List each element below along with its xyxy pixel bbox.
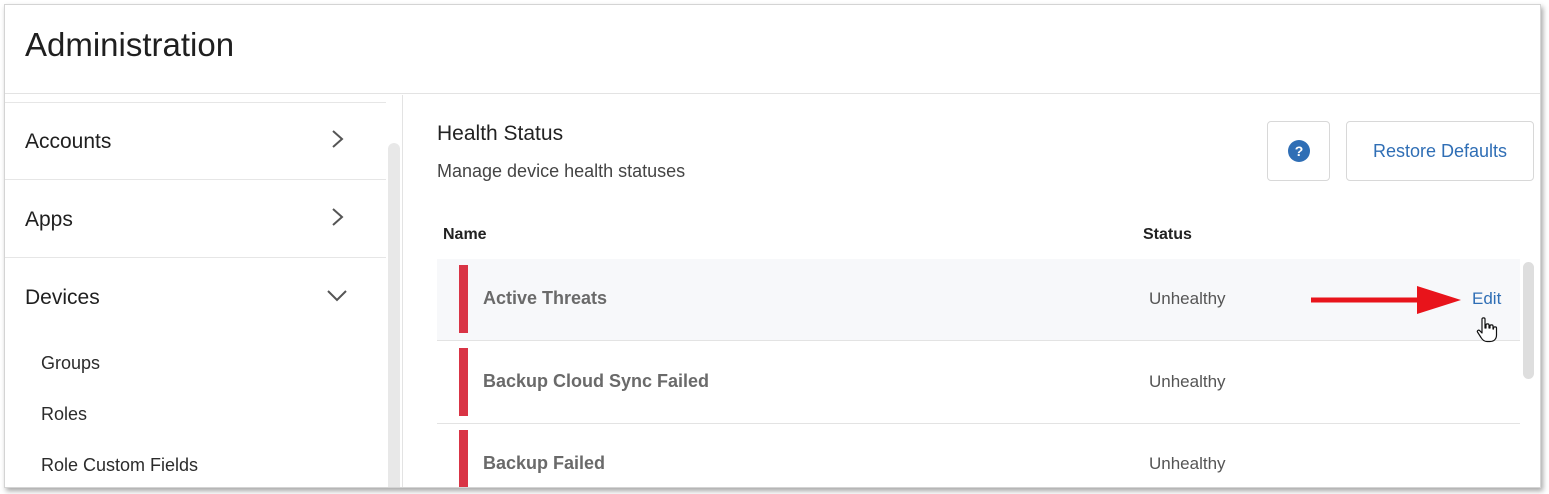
question-circle-icon: ?: [1288, 140, 1310, 162]
row-name: Active Threats: [483, 288, 608, 308]
table-row[interactable]: Backup Cloud Sync Failed Unhealthy: [437, 342, 1520, 424]
table-row[interactable]: Backup Failed Unhealthy: [437, 424, 1520, 487]
row-name: Backup Cloud Sync Failed: [483, 371, 710, 391]
sidebar-item-label: Devices: [25, 286, 100, 309]
restore-defaults-button[interactable]: Restore Defaults: [1346, 121, 1534, 181]
chevron-right-icon: [332, 130, 344, 148]
sidebar: Accounts Apps Devices Groups Roles Role …: [5, 95, 403, 487]
row-status: Unhealthy: [1149, 372, 1226, 391]
row-status: Unhealthy: [1149, 454, 1226, 473]
section-title: Health Status: [437, 122, 564, 145]
page-header: Administration: [5, 5, 1540, 94]
sidebar-scrollbar[interactable]: [388, 143, 400, 487]
status-indicator: [459, 348, 468, 416]
sidebar-item-devices[interactable]: Devices: [5, 258, 386, 336]
table-scrollbar[interactable]: [1523, 262, 1534, 379]
status-indicator: [459, 265, 468, 333]
admin-window: Administration Accounts Apps Devices Gro…: [4, 4, 1541, 488]
sidebar-item-label: Accounts: [25, 130, 112, 153]
row-name: Backup Failed: [483, 453, 606, 473]
sidebar-subitem-groups[interactable]: Groups: [41, 353, 100, 374]
sidebar-subitem-role-custom-fields[interactable]: Role Custom Fields: [41, 455, 198, 476]
sidebar-subitem-roles[interactable]: Roles: [41, 404, 87, 425]
help-button[interactable]: ?: [1267, 121, 1330, 181]
page-title: Administration: [25, 26, 235, 63]
red-arrow-icon: [1311, 286, 1461, 314]
chevron-down-icon: [327, 290, 347, 302]
hand-pointer-icon: [1476, 317, 1498, 343]
sidebar-item-accounts[interactable]: Accounts: [5, 102, 386, 180]
chevron-right-icon: [332, 208, 344, 226]
edit-link[interactable]: Edit: [1472, 289, 1501, 309]
sidebar-item-label: Apps: [25, 208, 73, 231]
column-header-name[interactable]: Name: [443, 226, 487, 244]
sidebar-item-apps[interactable]: Apps: [5, 180, 386, 258]
section-subtitle: Manage device health statuses: [437, 161, 686, 181]
column-header-status[interactable]: Status: [1143, 226, 1192, 244]
main-content: Health Status Manage device health statu…: [403, 95, 1540, 487]
row-status: Unhealthy: [1149, 289, 1226, 308]
status-indicator: [459, 430, 468, 487]
